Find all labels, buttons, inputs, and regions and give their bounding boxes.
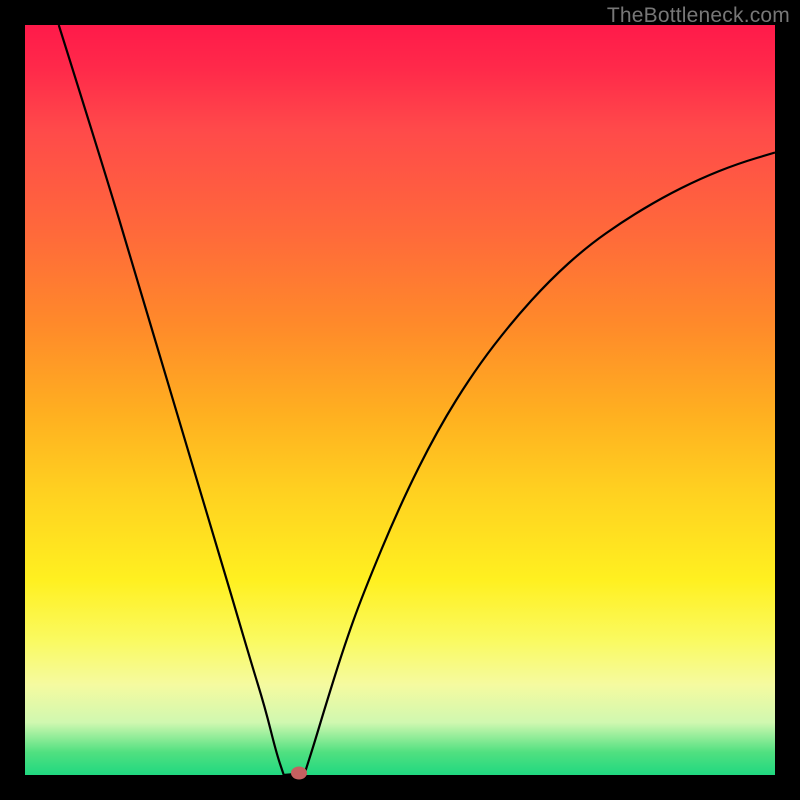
chart-container: TheBottleneck.com — [0, 0, 800, 800]
watermark-text: TheBottleneck.com — [607, 4, 790, 28]
chart-plot-area — [25, 25, 775, 775]
